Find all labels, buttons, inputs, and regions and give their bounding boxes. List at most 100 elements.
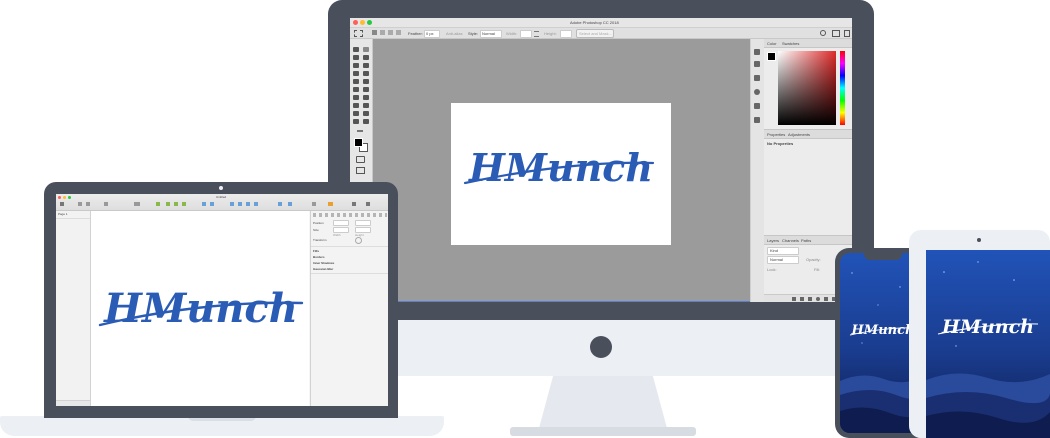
group-icon[interactable]	[78, 202, 82, 206]
style-label: Style:	[468, 31, 479, 36]
insert-icon[interactable]	[60, 202, 64, 206]
adjustment-layer-icon[interactable]	[816, 297, 820, 301]
cloud-icon[interactable]	[328, 202, 333, 206]
gaussian-blur-label: Gaussian Blur	[313, 267, 334, 271]
zoom-dot[interactable]	[68, 196, 71, 199]
tab-paths[interactable]: Paths	[801, 238, 811, 243]
rotate-icon[interactable]	[174, 202, 178, 206]
blur-tool-icon[interactable]	[353, 95, 359, 100]
healing-tool-icon[interactable]	[353, 71, 359, 76]
tab-adjustments[interactable]: Adjustments	[788, 132, 810, 137]
screen-mode-icon[interactable]	[356, 167, 365, 174]
zoom-dot[interactable]	[367, 20, 372, 25]
close-dot[interactable]	[353, 20, 358, 25]
page-item[interactable]: Page 1	[58, 212, 68, 216]
shape-tool-icon[interactable]	[363, 111, 369, 116]
imac-stand	[538, 374, 668, 432]
actions-panel-icon[interactable]	[754, 61, 760, 67]
brush-panel-icon[interactable]	[754, 75, 760, 81]
intersect-icon[interactable]	[246, 202, 250, 206]
difference-icon[interactable]	[254, 202, 258, 206]
path-select-tool-icon[interactable]	[353, 111, 359, 116]
width-input[interactable]	[520, 30, 532, 38]
style-select[interactable]: Normal	[480, 30, 502, 38]
add-selection-icon[interactable]	[380, 30, 385, 35]
edit-icon[interactable]	[156, 202, 160, 206]
group-icon[interactable]	[824, 297, 828, 301]
crop-tool-icon[interactable]	[353, 63, 359, 68]
navigator-panel-icon[interactable]	[754, 89, 760, 95]
pen-tool-icon[interactable]	[353, 103, 359, 108]
info-panel-icon[interactable]	[754, 103, 760, 109]
transform-icon[interactable]	[166, 202, 170, 206]
history-brush-tool-icon[interactable]	[363, 79, 369, 84]
tab-color[interactable]: Color	[767, 41, 777, 46]
view-icon[interactable]	[366, 202, 370, 206]
adjust-panel-icon[interactable]	[754, 117, 760, 123]
dodge-tool-icon[interactable]	[363, 95, 369, 100]
search-icon[interactable]	[820, 30, 826, 36]
create-symbol-icon[interactable]	[104, 202, 108, 206]
eraser-tool-icon[interactable]	[353, 87, 359, 92]
zoom-icon[interactable]	[134, 202, 140, 206]
flatten-icon[interactable]	[182, 202, 186, 206]
new-selection-icon[interactable]	[372, 30, 377, 35]
mask-icon[interactable]	[202, 202, 206, 206]
sketch-canvas[interactable]: HMunch	[91, 211, 309, 406]
subtract-selection-icon[interactable]	[388, 30, 393, 35]
tab-properties[interactable]: Properties	[767, 132, 785, 137]
quick-select-tool-icon[interactable]	[363, 55, 369, 60]
type-tool-icon[interactable]	[363, 103, 369, 108]
fx-icon[interactable]	[800, 297, 804, 301]
zoom-tool-icon[interactable]	[363, 119, 369, 124]
lasso-tool-icon[interactable]	[353, 55, 359, 60]
document-artboard[interactable]: HMunch	[451, 103, 671, 245]
tab-channels[interactable]: Channels	[782, 238, 799, 243]
ungroup-icon[interactable]	[86, 202, 90, 206]
swap-icon[interactable]	[534, 31, 539, 37]
minimize-dot[interactable]	[360, 20, 365, 25]
mirror-icon[interactable]	[312, 202, 316, 206]
history-panel-icon[interactable]	[754, 49, 760, 55]
extra-tools-icon[interactable]	[357, 130, 363, 132]
gradient-tool-icon[interactable]	[363, 87, 369, 92]
hue-slider[interactable]	[840, 51, 845, 125]
marquee-tool-icon[interactable]	[363, 47, 369, 52]
tab-swatches[interactable]: Swatches	[782, 41, 799, 46]
scale-icon[interactable]	[210, 202, 214, 206]
hand-tool-icon[interactable]	[353, 119, 359, 124]
close-dot[interactable]	[58, 196, 61, 199]
anti-alias-checkbox[interactable]: Anti-alias	[446, 31, 462, 36]
minimize-dot[interactable]	[63, 196, 66, 199]
feather-input[interactable]: 0 px	[424, 30, 440, 38]
height-input[interactable]	[560, 30, 572, 38]
move-tool-icon[interactable]	[353, 47, 359, 52]
tab-layers[interactable]: Layers	[767, 238, 779, 243]
eyedropper-tool-icon[interactable]	[363, 63, 369, 68]
quick-mask-icon[interactable]	[356, 156, 365, 163]
layer-kind-filter[interactable]: Kind	[767, 247, 799, 255]
position-y-input[interactable]	[355, 220, 371, 226]
intersect-selection-icon[interactable]	[396, 30, 401, 35]
union-icon[interactable]	[230, 202, 234, 206]
share-icon[interactable]	[844, 30, 850, 37]
marquee-tool-icon[interactable]	[354, 30, 363, 37]
rotate-control[interactable]	[355, 237, 362, 244]
export-icon[interactable]	[352, 202, 356, 206]
position-x-input[interactable]	[333, 220, 349, 226]
select-and-mask-button[interactable]: Select and Mask...	[576, 29, 614, 38]
inspector-divider	[311, 246, 388, 247]
foreground-color-swatch[interactable]	[354, 138, 363, 147]
brush-tool-icon[interactable]	[363, 71, 369, 76]
backward-icon[interactable]	[288, 202, 292, 206]
forward-icon[interactable]	[278, 202, 282, 206]
logo-text: HMunch	[468, 145, 653, 190]
workspace-icon[interactable]	[832, 30, 840, 37]
blend-mode-select[interactable]: Normal	[767, 256, 799, 264]
clone-stamp-tool-icon[interactable]	[353, 79, 359, 84]
color-fg-bg-swatch[interactable]	[767, 52, 776, 61]
mask-icon[interactable]	[808, 297, 812, 301]
color-picker-field[interactable]	[778, 51, 836, 125]
link-layers-icon[interactable]	[792, 297, 796, 301]
subtract-icon[interactable]	[238, 202, 242, 206]
